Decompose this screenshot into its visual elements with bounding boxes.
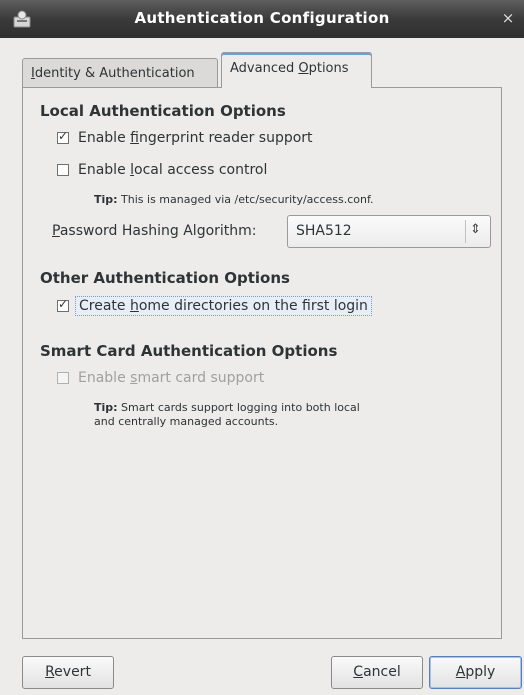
checkbox-icon xyxy=(57,297,69,312)
smartcard-options-heading: Smart Card Authentication Options xyxy=(40,342,338,360)
tab-advanced-options[interactable]: Advanced Options xyxy=(221,52,372,88)
smartcard-tip-line1: Tip: Smart cards support logging into bo… xyxy=(94,401,360,414)
window-title: Authentication Configuration xyxy=(134,9,390,27)
local-access-checkbox[interactable]: Enable local access control xyxy=(57,162,267,178)
home-dir-checkbox[interactable]: Create home directories on the first log… xyxy=(57,296,372,316)
up-down-arrows-icon: ⇕ xyxy=(470,222,481,237)
checkbox-icon xyxy=(57,372,69,384)
checkbox-icon xyxy=(57,129,69,144)
local-options-heading: Local Authentication Options xyxy=(40,102,286,120)
tab-identity-authentication[interactable]: Identity & Authentication xyxy=(22,58,218,88)
title-bar: Authentication Configuration × xyxy=(0,0,524,38)
cancel-button[interactable]: Cancel xyxy=(331,656,423,689)
hash-algorithm-select[interactable]: SHA512 ⇕ xyxy=(287,215,491,248)
smartcard-checkbox[interactable]: Enable smart card support xyxy=(57,370,264,386)
hash-algorithm-label: Password Hashing Algorithm: xyxy=(52,223,257,239)
home-dir-label: Create home directories on the first log… xyxy=(75,296,372,316)
access-tip: Tip: This is managed via /etc/security/a… xyxy=(94,193,374,206)
checkbox-icon xyxy=(57,164,69,176)
hash-algorithm-value: SHA512 xyxy=(296,223,352,239)
smartcard-tip: Tip: Smart cards support logging into bo… xyxy=(94,401,360,429)
close-icon[interactable]: × xyxy=(498,8,518,28)
smartcard-tip-line2: and centrally managed accounts. xyxy=(94,415,279,428)
combo-divider xyxy=(465,220,466,243)
fingerprint-checkbox[interactable]: Enable fingerprint reader support xyxy=(57,129,313,146)
other-options-heading: Other Authentication Options xyxy=(40,269,290,287)
apply-button[interactable]: Apply xyxy=(429,656,522,689)
revert-button[interactable]: Revert xyxy=(22,656,114,689)
